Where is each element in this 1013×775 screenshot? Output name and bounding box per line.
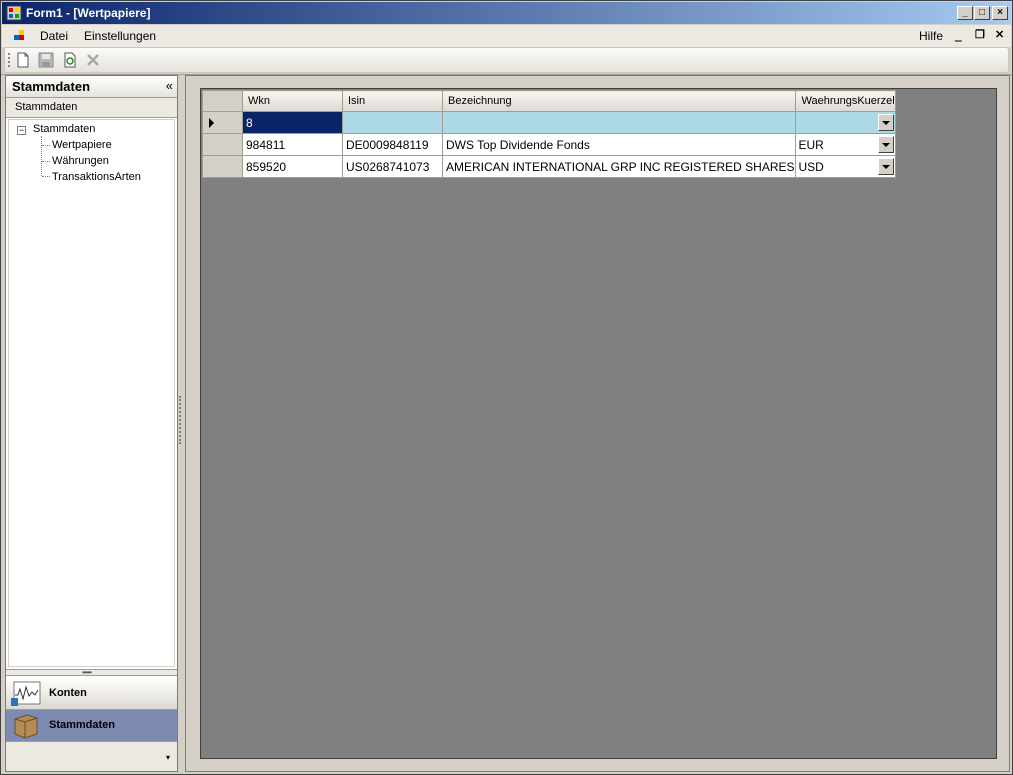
navigation-pane: Stammdaten « Stammdaten − Stammdaten Wer… [5,75,178,772]
table-row[interactable]: 984811 DE0009848119 DWS Top Dividende Fo… [202,133,896,156]
cell-isin[interactable]: DE0009848119 [342,133,443,156]
dropdown-arrow-icon[interactable] [877,158,894,175]
vertical-splitter[interactable] [179,396,182,444]
menu-hilfe[interactable]: Hilfe [919,29,943,43]
cell-isin[interactable] [342,111,443,134]
refresh-icon[interactable] [62,52,78,68]
nav-pane-splitter[interactable]: ••••• [6,668,177,677]
nav-pane-subheader-label: Stammdaten [15,101,78,113]
app-icon [6,5,22,21]
row-header[interactable] [202,155,243,178]
menu-datei[interactable]: Datei [40,29,68,43]
chart-icon [11,681,41,706]
title-bar[interactable]: Form1 - [Wertpapiere] _ □ × [2,2,1011,24]
table-row[interactable]: 859520 US0268741073 AMERICAN INTERNATION… [202,155,896,178]
tree-line [41,136,42,176]
mdi-minimize-button[interactable]: ‗ [955,28,962,42]
menu-einstellungen[interactable]: Einstellungen [84,29,156,43]
nav-button-stammdaten-label: Stammdaten [49,719,116,731]
wertpapiere-grid: Wkn Isin Bezeichnung WaehrungsKuerzel 8 [200,88,997,759]
cell-bezeichnung[interactable]: DWS Top Dividende Fonds [442,133,796,156]
grid-header-row: Wkn Isin Bezeichnung WaehrungsKuerzel [202,90,896,112]
stammdaten-tree: − Stammdaten Wertpapiere Währungen Trans… [8,119,175,667]
nav-pane-title: Stammdaten [12,79,91,94]
tree-node-stammdaten[interactable]: Stammdaten [33,123,95,135]
nav-pane-header: Stammdaten « [6,76,177,98]
mdi-client-area: Wkn Isin Bezeichnung WaehrungsKuerzel 8 [185,75,1010,772]
cell-bezeichnung[interactable] [442,111,796,134]
cell-waehrungskuerzel-value: USD [798,159,824,174]
toolbar [4,47,1009,73]
cell-wkn[interactable]: 859520 [242,155,343,178]
tree-node-waehrungen[interactable]: Währungen [52,155,109,167]
mdi-child-icon[interactable] [14,29,28,43]
column-header-isin[interactable]: Isin [342,90,443,112]
box-icon [14,714,38,739]
tree-line [42,161,50,162]
wertpapiere-table: Wkn Isin Bezeichnung WaehrungsKuerzel 8 [202,90,896,178]
nav-pane-footer: ▾ [6,742,177,771]
row-header[interactable] [202,111,243,134]
save-icon[interactable] [38,52,54,68]
column-header-wkn[interactable]: Wkn [242,90,343,112]
tree-node-transaktionsarten[interactable]: TransaktionsArten [52,171,141,183]
column-header-bezeichnung[interactable]: Bezeichnung [442,90,796,112]
tree-collapse-toggle[interactable]: − [17,126,26,135]
cell-waehrungskuerzel[interactable]: USD [794,155,896,178]
nav-button-konten[interactable]: Konten [6,678,177,710]
row-header[interactable] [202,133,243,156]
cell-waehrungskuerzel[interactable]: EUR [794,133,896,156]
table-row[interactable]: 8 [202,111,896,134]
column-header-waehrungskuerzel[interactable]: WaehrungsKuerzel [794,90,896,112]
delete-icon[interactable] [85,52,101,68]
splitter-grip: ••••• [82,668,92,677]
main-window: Form1 - [Wertpapiere] _ □ × Datei Einste… [0,0,1013,775]
dropdown-arrow-icon[interactable] [877,136,894,153]
row-header-corner[interactable] [202,90,243,112]
cell-isin[interactable]: US0268741073 [342,155,443,178]
cell-bezeichnung[interactable]: AMERICAN INTERNATIONAL GRP INC REGISTERE… [442,155,796,178]
tree-line [42,176,50,177]
cell-wkn[interactable]: 8 [242,111,343,134]
current-row-arrow-icon [209,118,214,128]
nav-pane-subheader: Stammdaten [6,98,177,118]
close-button[interactable]: × [992,6,1008,20]
cell-waehrungskuerzel-value: EUR [798,137,824,152]
nav-button-stammdaten[interactable]: Stammdaten [6,710,177,742]
tree-line [42,145,50,146]
menu-bar: Datei Einstellungen Hilfe ‗ ❐ ✕ [2,25,1011,47]
cell-wkn[interactable]: 984811 [242,133,343,156]
collapse-icon[interactable]: « [166,78,173,93]
new-icon[interactable] [15,52,31,68]
toolbar-grip[interactable] [8,53,10,67]
tree-node-wertpapiere[interactable]: Wertpapiere [52,139,112,151]
nav-button-konten-label: Konten [49,687,87,699]
mdi-close-button[interactable]: ✕ [995,28,1004,41]
window-title: Form1 - [Wertpapiere] [26,6,151,20]
maximize-button[interactable]: □ [974,6,990,20]
configure-buttons-icon[interactable]: ▾ [166,753,170,762]
dropdown-arrow-icon[interactable] [877,114,894,131]
cell-waehrungskuerzel[interactable] [794,111,896,134]
minimize-button[interactable]: _ [957,6,973,20]
mdi-restore-button[interactable]: ❐ [975,28,985,41]
